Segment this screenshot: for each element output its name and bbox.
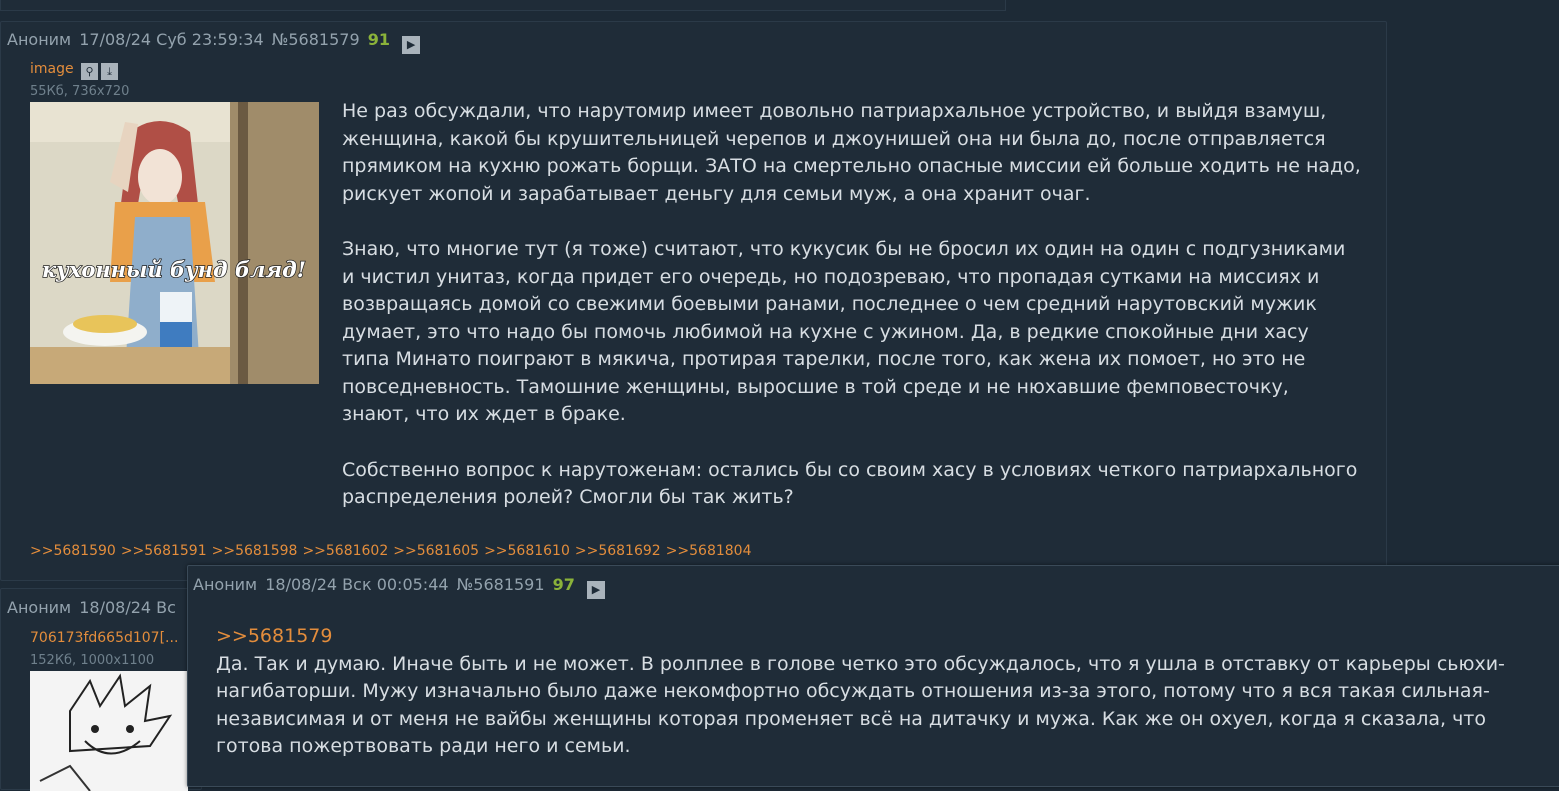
reply-link[interactable]: >>5681692: [575, 543, 661, 559]
file-meta: 152Кб, 1000x1100: [30, 653, 155, 668]
post-replies: >>5681590 >>5681591 >>5681598 >>5681602 >>56…: [30, 543, 757, 559]
post-author: Аноним: [7, 30, 72, 49]
post-author: Аноним: [193, 575, 258, 594]
post-header: Аноним 17/08/24 Суб 23:59:34 №5681579 91…: [7, 30, 423, 54]
post-number[interactable]: №5681579: [272, 30, 360, 49]
post-paragraph: Собственно вопрос к нарутоженам: осталис…: [342, 458, 1358, 509]
reply-link[interactable]: >>5681590: [30, 543, 116, 559]
post-date: 18/08/24 Вс: [79, 598, 176, 617]
search-icon[interactable]: ⚲: [81, 63, 99, 80]
reply-link[interactable]: >>5681602: [302, 543, 388, 559]
reply-link[interactable]: >>5681591: [121, 543, 207, 559]
post-rating: 91: [367, 30, 390, 49]
post-paragraph: Не раз обсуждали, что нарутомир имеет до…: [342, 100, 1361, 205]
file-info: image ⚲ ⤓: [30, 61, 119, 80]
file-meta: 55Кб, 736x720: [30, 84, 130, 99]
post-author: Аноним: [7, 598, 72, 617]
reply-link[interactable]: >>5681804: [666, 543, 752, 559]
previous-post-edge: [0, 0, 1006, 11]
post-date: 17/08/24 Суб 23:59:34: [79, 30, 264, 49]
post-date: 18/08/24 Вск 00:05:44: [265, 575, 449, 594]
play-icon[interactable]: ▶: [587, 581, 605, 599]
post-image-thumbnail[interactable]: кухонный бунд бляд!: [30, 102, 319, 384]
reply-link[interactable]: >>5681610: [484, 543, 570, 559]
post-body: >>5681579 Да. Так и думаю. Иначе быть и …: [216, 623, 1536, 761]
post-number[interactable]: №5681591: [457, 575, 545, 594]
play-icon[interactable]: ▶: [402, 36, 421, 54]
file-name-link[interactable]: 706173fd665d107[...: [30, 630, 178, 646]
file-name-link[interactable]: image: [30, 61, 74, 77]
reply-link[interactable]: >>5681598: [212, 543, 298, 559]
post-image-thumbnail[interactable]: [30, 671, 188, 791]
post-paragraph: Да. Так и думаю. Иначе быть и не может. …: [216, 652, 1505, 758]
image-caption: кухонный бунд бляд!: [42, 257, 306, 282]
quote-link[interactable]: >>5681579: [216, 623, 1536, 651]
download-icon[interactable]: ⤓: [101, 63, 119, 80]
post-header: Аноним 18/08/24 Вс: [7, 598, 179, 617]
post-body: Не раз обсуждали, что нарутомир имеет до…: [342, 98, 1362, 540]
post-rating: 97: [552, 575, 575, 594]
post-paragraph: Знаю, что многие тут (я тоже) считают, ч…: [342, 238, 1346, 425]
post-header: Аноним 18/08/24 Вск 00:05:44 №5681591 97…: [193, 575, 608, 599]
reply-link[interactable]: >>5681605: [393, 543, 479, 559]
